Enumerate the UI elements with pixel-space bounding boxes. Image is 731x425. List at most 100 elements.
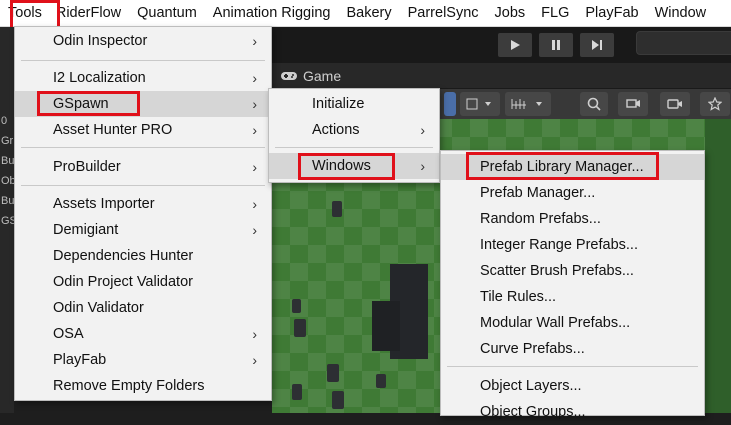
menu-item-actions[interactable]: Actions › <box>269 117 439 143</box>
chevron-right-icon: › <box>252 222 257 238</box>
chevron-right-icon: › <box>252 122 257 138</box>
menu-separator <box>275 147 433 148</box>
favorite-button[interactable] <box>700 92 730 116</box>
pause-button[interactable] <box>539 33 573 57</box>
menu-item-label: OSA <box>53 326 84 342</box>
menu-item-label: Random Prefabs... <box>480 211 601 227</box>
menu-item-label: GSpawn <box>53 96 109 112</box>
menu-item-tile-rules[interactable]: Tile Rules... <box>441 284 704 310</box>
menu-item-integer-range-prefabs[interactable]: Integer Range Prefabs... <box>441 232 704 258</box>
chevron-right-icon: › <box>252 196 257 212</box>
menu-separator <box>21 185 265 186</box>
menu-item-odin-validator[interactable]: Odin Validator <box>15 295 271 321</box>
scene-gravestone <box>292 299 301 313</box>
tools-menu: Odin Inspector › I2 Localization › GSpaw… <box>14 26 272 401</box>
menu-item-prefab-manager[interactable]: Prefab Manager... <box>441 180 704 206</box>
scene-gravestone <box>327 364 339 382</box>
menu-item-odin-project-validator[interactable]: Odin Project Validator <box>15 269 271 295</box>
menu-window[interactable]: Window <box>647 0 715 27</box>
hierarchy-row: Bu <box>1 195 14 207</box>
chevron-right-icon: › <box>252 326 257 342</box>
scene-right-edge <box>705 119 731 413</box>
menu-item-i2-localization[interactable]: I2 Localization › <box>15 65 271 91</box>
menu-tools[interactable]: Tools <box>0 0 48 27</box>
menu-item-playfab[interactable]: PlayFab › <box>15 347 271 373</box>
menu-separator <box>21 147 265 148</box>
menu-item-initialize[interactable]: Initialize <box>269 91 439 117</box>
camera-move-icon <box>626 99 640 108</box>
menu-item-label: Odin Project Validator <box>53 274 193 290</box>
menu-riderflow[interactable]: RiderFlow <box>48 0 129 27</box>
menu-item-scatter-brush-prefabs[interactable]: Scatter Brush Prefabs... <box>441 258 704 284</box>
camera-button[interactable] <box>660 92 690 116</box>
hierarchy-row: Gr <box>1 135 14 147</box>
menu-item-modular-wall-prefabs[interactable]: Modular Wall Prefabs... <box>441 310 704 336</box>
menu-item-windows[interactable]: Windows › <box>269 153 439 179</box>
menu-item-label: I2 Localization <box>53 70 146 86</box>
menu-item-label: Prefab Library Manager... <box>480 159 644 175</box>
menu-parrelsync[interactable]: ParrelSync <box>400 0 487 27</box>
snap-dropdown[interactable] <box>460 92 500 116</box>
chevron-right-icon: › <box>420 158 425 174</box>
chevron-right-icon: › <box>252 96 257 112</box>
menu-item-label: Odin Inspector <box>53 33 148 49</box>
menu-quantum[interactable]: Quantum <box>129 0 205 27</box>
menu-item-label: Windows <box>312 158 371 174</box>
menu-item-label: Assets Importer <box>53 196 155 212</box>
hierarchy-row: GS <box>1 215 14 227</box>
menu-item-label: ProBuilder <box>53 159 121 175</box>
menu-item-label: Curve Prefabs... <box>480 341 585 357</box>
main-menubar: Tools RiderFlow Quantum Animation Riggin… <box>0 0 731 27</box>
menu-item-label: Tile Rules... <box>480 289 557 305</box>
step-button[interactable] <box>580 33 614 57</box>
tab-game-label: Game <box>303 68 342 84</box>
menu-item-remove-empty-folders[interactable]: Remove Empty Folders <box>15 373 271 399</box>
menu-flg[interactable]: FLG <box>533 0 577 27</box>
chevron-right-icon: › <box>252 70 257 86</box>
menu-item-dependencies-hunter[interactable]: Dependencies Hunter <box>15 243 271 269</box>
menu-item-random-prefabs[interactable]: Random Prefabs... <box>441 206 704 232</box>
menu-item-object-groups[interactable]: Object Groups... <box>441 399 704 425</box>
menu-item-asset-hunter-pro[interactable]: Asset Hunter PRO › <box>15 117 271 143</box>
scene-gravestone <box>376 374 386 388</box>
hierarchy-panel-edge: 0 Gr Bu Ob Bu GS <box>0 27 14 413</box>
menu-item-curve-prefabs[interactable]: Curve Prefabs... <box>441 336 704 362</box>
menu-item-odin-inspector[interactable]: Odin Inspector › <box>15 28 271 54</box>
tab-game[interactable]: Game <box>280 63 341 89</box>
menu-item-label: Initialize <box>312 96 365 112</box>
menu-item-prefab-library-manager[interactable]: Prefab Library Manager... <box>441 154 704 180</box>
menu-item-assets-importer[interactable]: Assets Importer › <box>15 191 271 217</box>
menu-item-label: Object Groups... <box>480 404 586 420</box>
snap-grid-icon <box>466 98 491 110</box>
camera-move-button[interactable] <box>618 92 648 116</box>
menu-item-probuilder[interactable]: ProBuilder › <box>15 154 271 180</box>
increment-icon <box>511 99 542 109</box>
toolbar-search-field[interactable] <box>636 31 731 55</box>
gspawn-submenu: Initialize Actions › Windows › <box>268 88 440 183</box>
menu-item-object-layers[interactable]: Object Layers... <box>441 373 704 399</box>
menu-playfab[interactable]: PlayFab <box>577 0 646 27</box>
menu-item-label: Actions <box>312 122 360 138</box>
search-scene-button[interactable] <box>580 92 608 116</box>
hierarchy-row: Bu <box>1 155 14 167</box>
menu-item-label: Integer Range Prefabs... <box>480 237 638 253</box>
increment-snap-dropdown[interactable] <box>505 92 551 116</box>
play-icon <box>511 40 520 50</box>
menu-bakery[interactable]: Bakery <box>338 0 399 27</box>
menu-item-label: Scatter Brush Prefabs... <box>480 263 634 279</box>
star-icon <box>708 97 722 111</box>
menu-item-label: Object Layers... <box>480 378 582 394</box>
step-icon <box>592 40 602 50</box>
menu-separator <box>447 366 698 367</box>
play-button[interactable] <box>498 33 532 57</box>
menu-item-label: Odin Validator <box>53 300 144 316</box>
menu-item-label: Prefab Manager... <box>480 185 596 201</box>
menu-item-label: Dependencies Hunter <box>53 248 194 264</box>
menu-animation-rigging[interactable]: Animation Rigging <box>205 0 339 27</box>
menu-jobs[interactable]: Jobs <box>487 0 534 27</box>
menu-item-demigiant[interactable]: Demigiant › <box>15 217 271 243</box>
menu-item-osa[interactable]: OSA › <box>15 321 271 347</box>
gizmo-dropdown[interactable] <box>444 92 456 116</box>
menu-item-label: Modular Wall Prefabs... <box>480 315 631 331</box>
menu-item-gspawn[interactable]: GSpawn › <box>15 91 271 117</box>
